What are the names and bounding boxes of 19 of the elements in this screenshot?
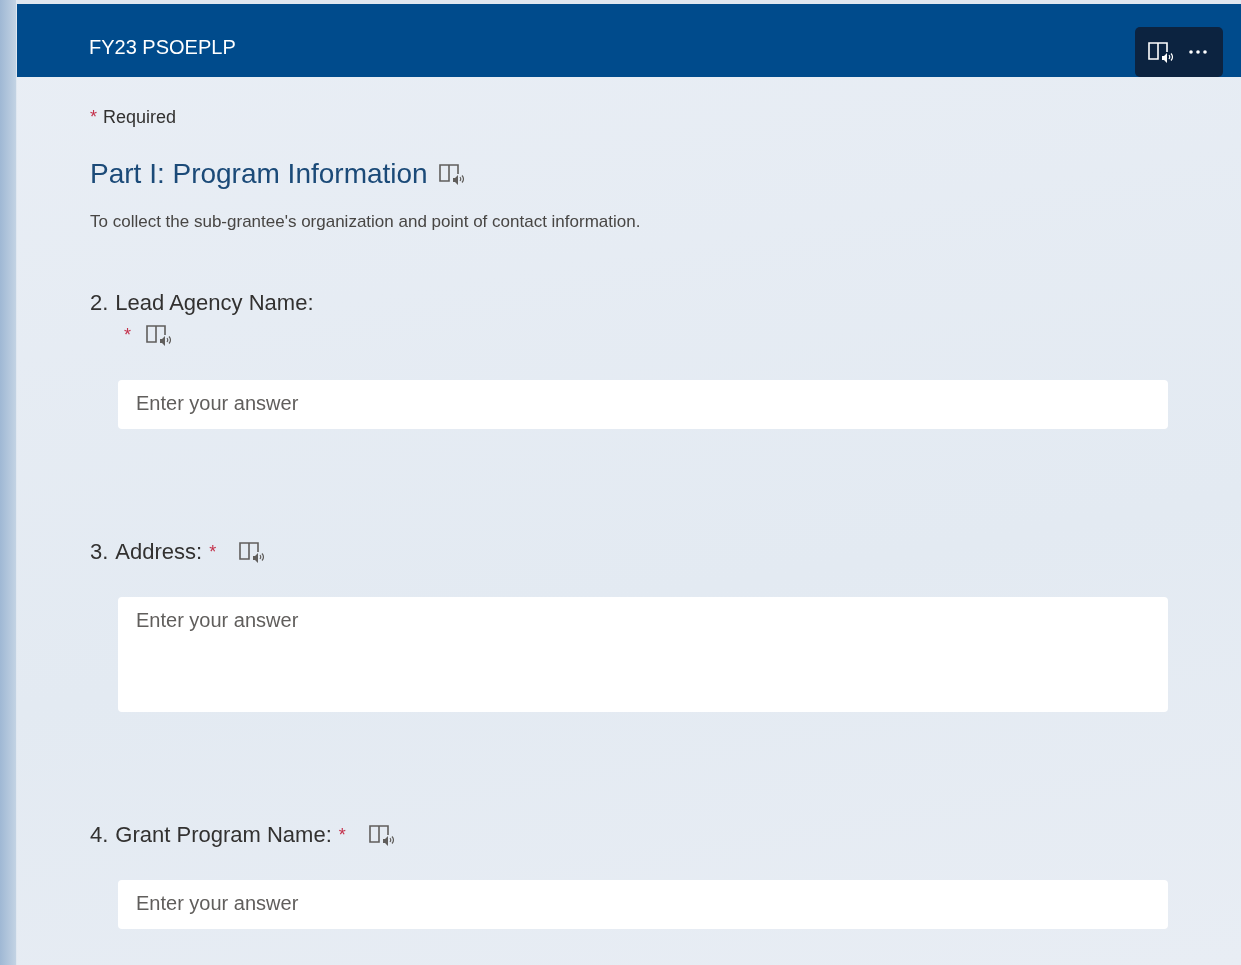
question-number: 4. [90,822,109,848]
section-description: To collect the sub-grantee's organization and point of contact information. [90,212,642,232]
question-title: Lead Agency Name: [115,290,314,316]
question-title: Grant Program Name: [115,822,332,848]
section-title: Part I: Program Information [90,158,428,190]
required-asterisk: * [124,324,131,346]
answer-field[interactable]: Enter your answer [118,597,1168,712]
required-asterisk: * [90,107,97,128]
required-asterisk: * [338,824,346,846]
required-asterisk: * [209,541,217,563]
question-number: 3. [90,539,109,565]
more-icon [1189,50,1207,54]
answer-field[interactable]: Enter your answer [118,380,1168,429]
question-number: 2. [90,290,109,316]
answer-field[interactable]: Enter your answer [118,880,1168,929]
form-title: FY23 PSOEPLP [89,36,236,59]
question-title: Address: [115,539,203,565]
immersive-reader-icon[interactable] [1147,39,1173,65]
required-note: Required [103,107,177,128]
